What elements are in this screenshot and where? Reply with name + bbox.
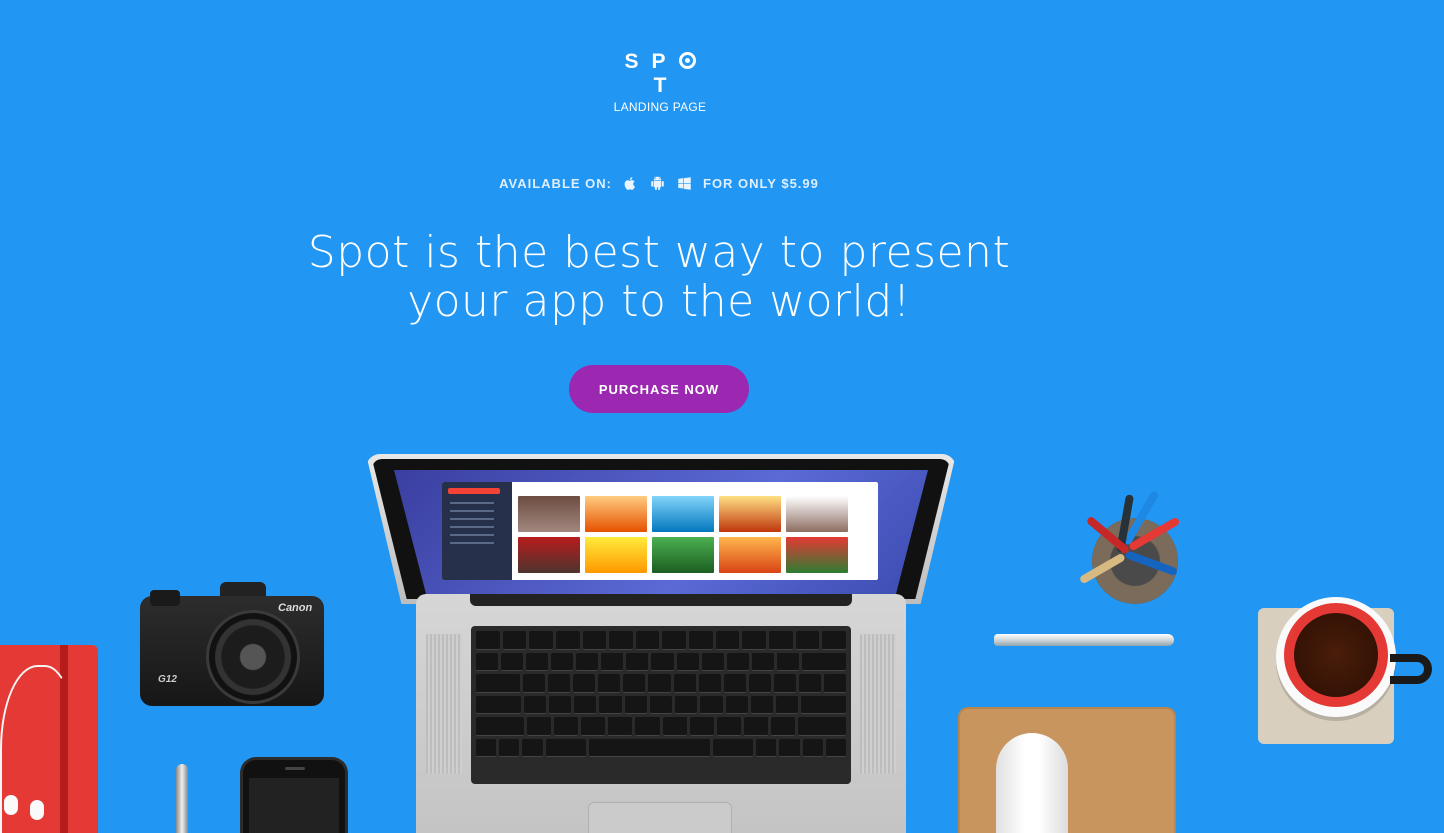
laptop-illustration (366, 454, 956, 833)
camera-illustration: Canon G12 (140, 582, 324, 706)
book-cover (518, 537, 580, 573)
speaker-grille-right (860, 634, 896, 774)
logo-letter-s: S (624, 50, 652, 73)
pen-holder (1070, 478, 1198, 614)
book-cover (652, 496, 714, 532)
price-text: FOR ONLY $5.99 (703, 176, 819, 191)
logo-o-target-icon (678, 52, 696, 69)
logo-wordmark: SPT (600, 50, 720, 98)
availability-bar: AVAILABLE ON: FOR ONLY $5.99 (0, 175, 1318, 192)
hero-headline-line1: Spot is the best way to present (307, 227, 1011, 278)
keyboard (471, 626, 851, 784)
laptop-base (416, 594, 906, 833)
laptop-hinge (470, 594, 852, 606)
book-cover (652, 537, 714, 573)
app-book-grid (518, 496, 848, 573)
trackpad (588, 802, 732, 833)
availability-prefix: AVAILABLE ON: (499, 176, 612, 191)
brand-logo[interactable]: SPT LANDING PAGE (600, 50, 720, 114)
camera-lens (206, 610, 300, 704)
apple-icon[interactable] (622, 175, 639, 192)
mug-handle (1390, 654, 1432, 684)
windows-icon[interactable] (676, 175, 693, 192)
laptop-screen (394, 470, 928, 594)
book-cover (719, 537, 781, 573)
book-cover (585, 537, 647, 573)
earbud (30, 800, 44, 820)
coffee-mug (1276, 597, 1396, 717)
hero-headline-line2: your app to the world! (407, 276, 911, 327)
fountain-pen (994, 634, 1174, 646)
app-screenshot (442, 482, 878, 580)
purchase-now-button[interactable]: PURCHASE NOW (569, 365, 749, 413)
logo-letter-p: P (651, 50, 679, 73)
book-cover (786, 496, 848, 532)
speaker-grille-left (426, 634, 462, 774)
camera-model-label: G12 (158, 674, 177, 685)
logo-subtitle: LANDING PAGE (613, 100, 707, 114)
smartphone (240, 757, 348, 833)
book-cover (719, 496, 781, 532)
android-icon[interactable] (649, 175, 666, 192)
camera-dial (150, 590, 180, 606)
earbud (4, 795, 18, 815)
book-cover (786, 537, 848, 573)
computer-mouse (996, 733, 1068, 833)
camera-brand-label: Canon (278, 602, 313, 614)
logo-letter-t: T (653, 74, 680, 97)
silver-pen (176, 764, 188, 833)
hero-headline: Spot is the best way to present your app… (300, 228, 1018, 326)
app-sidebar (442, 482, 512, 580)
book-cover (585, 496, 647, 532)
book-cover (518, 496, 580, 532)
